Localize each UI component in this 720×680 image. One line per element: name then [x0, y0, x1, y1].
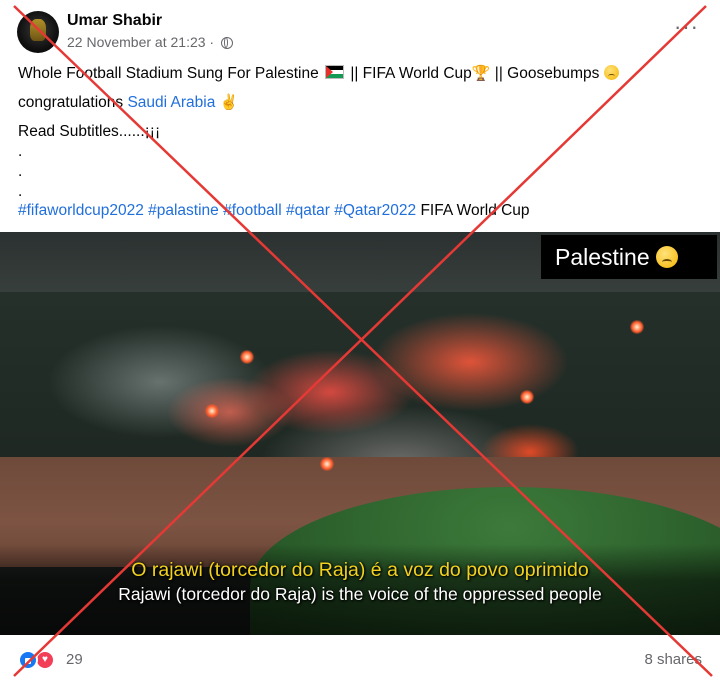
badge-text: Palestine [555, 244, 650, 270]
post-text-line: Read Subtitles......¡¡¡ [18, 123, 161, 140]
video-player[interactable]: Palestine O rajawi (torcedor do Raja) é … [0, 232, 720, 635]
flare [240, 350, 254, 364]
love-reaction-icon[interactable]: ♥ [35, 650, 55, 670]
palestine-flag-icon [325, 65, 344, 79]
post-date[interactable]: 22 November at 21:23 [67, 34, 206, 50]
video-badge: Palestine [541, 235, 717, 279]
like-reaction-icon[interactable] [18, 650, 38, 670]
post-text-line: Whole Football Stadium Sung For Palestin… [18, 64, 619, 83]
post-text-dot: . [18, 143, 23, 160]
hashtag-links[interactable]: #fifaworldcup2022 #palastine #football #… [18, 202, 416, 219]
subtitle-portuguese: O rajawi (torcedor do Raja) é a voz do p… [131, 559, 589, 581]
text-segment: FIFA World Cup [420, 202, 530, 219]
reaction-count[interactable]: 29 [66, 651, 83, 668]
post-footer: ♥ 29 8 shares [0, 640, 720, 680]
author-name[interactable]: Umar Shabir [67, 12, 162, 30]
victory-hand-icon: ✌ [219, 94, 239, 111]
post-text-line: #fifaworldcup2022 #palastine #football #… [18, 202, 530, 220]
more-options-button[interactable]: ··· [674, 16, 699, 38]
sad-face-icon [655, 246, 678, 268]
avatar[interactable] [17, 11, 59, 53]
text-segment: || Goosebumps [494, 65, 600, 82]
post-text-dot: . [18, 163, 23, 180]
flare [630, 320, 644, 334]
post-meta: 22 November at 21:23 · [67, 34, 233, 50]
post-text-line: congratulations Saudi Arabia ✌ [18, 93, 238, 112]
text-segment: || FIFA World Cup [350, 65, 472, 82]
worried-face-icon [603, 65, 619, 80]
text-segment: Whole Football Stadium Sung For Palestin… [18, 65, 319, 82]
globe-icon[interactable] [220, 36, 233, 49]
flare [320, 457, 334, 471]
post-header: Umar Shabir 22 November at 21:23 · ··· [0, 0, 720, 60]
trophy-icon: 🏆 [471, 65, 491, 82]
post-text-dot: . [18, 183, 23, 200]
text-segment: congratulations [18, 94, 124, 111]
flare [520, 390, 534, 404]
flare [205, 404, 219, 418]
shares-count[interactable]: 8 shares [644, 651, 702, 668]
tag-link-saudi-arabia[interactable]: Saudi Arabia [127, 94, 215, 111]
subtitle-english: Rajawi (torcedor do Raja) is the voice o… [118, 584, 602, 604]
